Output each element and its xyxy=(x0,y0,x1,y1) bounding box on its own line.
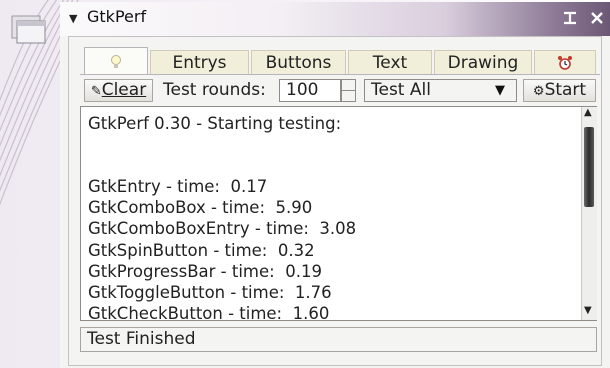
title-bar[interactable]: ▼ GtkPerf xyxy=(60,2,610,36)
start-icon: ⚙ xyxy=(532,84,545,99)
desktop-folder-icon[interactable] xyxy=(10,14,46,44)
scrollbar-thumb[interactable] xyxy=(584,127,594,207)
log-line: GtkCheckButton - time: 1.60 xyxy=(88,303,330,321)
log-scrollbar[interactable]: ▲ ▼ xyxy=(581,107,597,320)
tab-drawing[interactable]: Drawing xyxy=(434,50,532,74)
scroll-up-icon[interactable]: ▲ xyxy=(584,107,592,118)
status-bar: Test Finished xyxy=(80,327,597,352)
tab-buttons[interactable]: Buttons xyxy=(251,50,346,74)
clear-icon: ✎ xyxy=(90,84,102,99)
minimize-icon[interactable] xyxy=(560,8,580,28)
log-line: GtkComboBox - time: 5.90 xyxy=(88,198,313,218)
clear-label: Clear xyxy=(101,80,147,100)
window-title: GtkPerf xyxy=(87,7,147,26)
chevron-down-icon[interactable]: ▼ xyxy=(495,80,505,101)
log-line: GtkPerf 0.30 - Starting testing: xyxy=(88,114,342,133)
tab-entrys[interactable]: Entrys xyxy=(150,50,249,74)
window-menu-icon[interactable]: ▼ xyxy=(69,12,77,25)
tab-info[interactable] xyxy=(84,47,148,75)
tab-entrys-label: Entrys xyxy=(172,53,227,73)
tab-buttons-label: Buttons xyxy=(265,53,332,73)
test-rounds-label: Test rounds: xyxy=(163,80,266,100)
tab-timer[interactable] xyxy=(534,50,596,74)
log-text: GtkPerf 0.30 - Starting testing: GtkEntr… xyxy=(88,113,357,321)
tab-drawing-label: Drawing xyxy=(447,53,519,73)
log-line: GtkProgressBar - time: 0.19 xyxy=(88,261,322,281)
bulb-icon xyxy=(111,55,121,68)
close-icon[interactable] xyxy=(587,8,607,28)
log-line: GtkToggleButton - time: 1.76 xyxy=(88,282,332,302)
test-rounds-stepper[interactable] xyxy=(341,79,356,102)
tab-text[interactable]: Text xyxy=(348,50,432,74)
scroll-down-icon[interactable]: ▼ xyxy=(584,305,592,316)
log-line: GtkComboBoxEntry - time: 3.08 xyxy=(88,219,357,239)
log-line: GtkSpinButton - time: 0.32 xyxy=(88,240,315,260)
log-line: GtkEntry - time: 0.17 xyxy=(88,177,268,197)
clear-button[interactable]: ✎Clear xyxy=(84,79,153,102)
test-rounds-input[interactable]: 100 xyxy=(279,79,341,102)
start-button[interactable]: ⚙Start xyxy=(523,79,596,102)
tab-text-label: Text xyxy=(372,53,408,73)
log-textview[interactable]: GtkPerf 0.30 - Starting testing: GtkEntr… xyxy=(80,106,597,321)
tab-divider xyxy=(80,74,600,75)
start-label: Start xyxy=(544,80,587,100)
alarm-clock-icon xyxy=(558,56,572,70)
